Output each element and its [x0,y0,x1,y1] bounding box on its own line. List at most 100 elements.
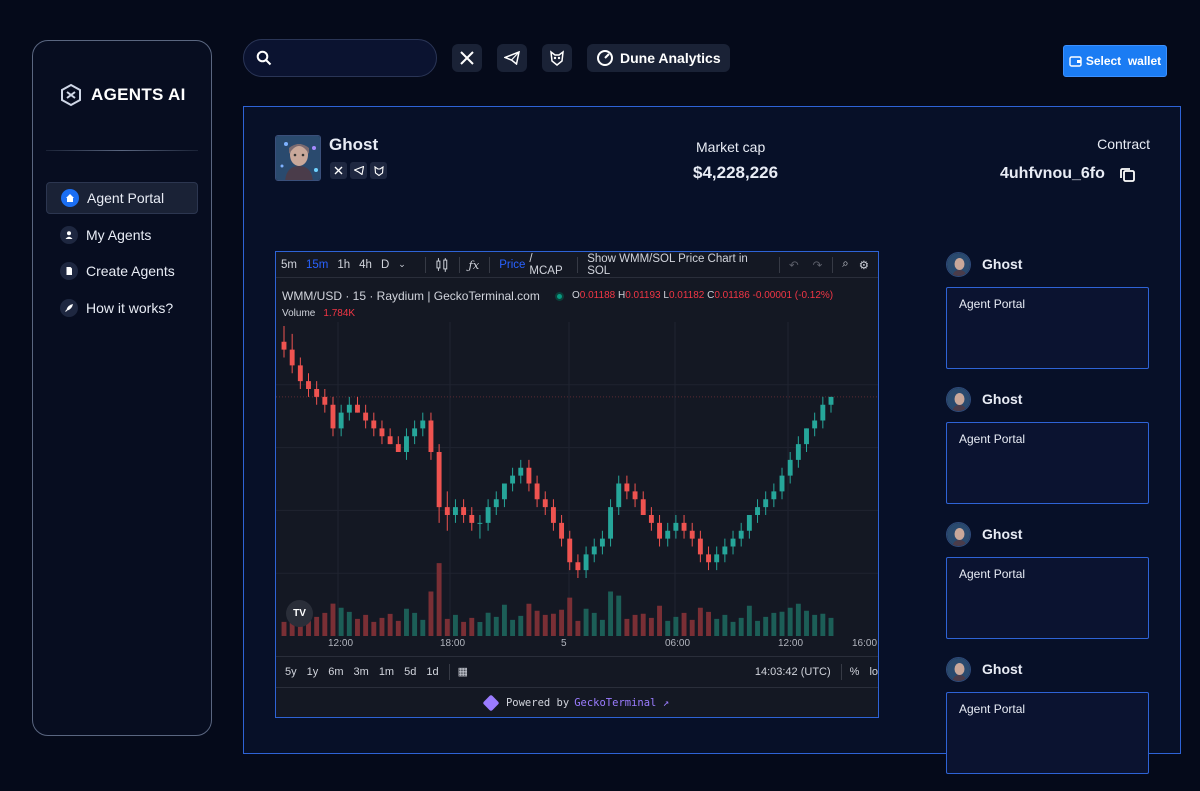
interval-15m[interactable]: 15m [306,259,328,271]
log-toggle[interactable]: lo [869,666,878,678]
volume-bar [338,607,344,636]
volume-bar [485,612,491,636]
copy-icon[interactable] [1119,166,1136,183]
settings-gear-icon[interactable]: ⚙ [859,258,869,272]
range-3m[interactable]: 3m [354,666,369,678]
volume-bar [657,605,663,636]
redo-icon[interactable]: ↷ [813,258,823,272]
range-1d[interactable]: 1d [426,666,438,678]
sidebar-item-how-it-works[interactable]: How it works? [46,292,198,324]
calendar-icon[interactable]: ▦ [458,665,468,678]
price-chart-widget[interactable]: 5m 15m 1h 4h D ⌄ ƒx Price / MCAP Show WM… [275,251,879,718]
interval-4h[interactable]: 4h [359,259,372,271]
geckoterminal-link[interactable]: GeckoTerminal ↗ [574,697,669,709]
ohlc-readout: O0.01188 H0.01193 L0.01182 C0.01186 -0.0… [572,290,834,301]
volume-bar [444,618,450,636]
candle-body [534,483,540,500]
range-5d[interactable]: 5d [404,666,416,678]
candle-body [812,420,818,429]
mcap-toggle[interactable]: / MCAP [529,253,568,277]
range-6m[interactable]: 6m [328,666,343,678]
volume-bar [469,617,475,636]
price-toggle[interactable]: Price [499,259,525,271]
candle-body [485,507,491,523]
volume-bar [673,616,679,636]
agent-feed: Ghost Agent Portal Ghost Agent Portal Gh… [946,251,1150,791]
telegram-link[interactable] [350,162,367,179]
indicators-fx-icon[interactable]: ƒx [468,258,479,272]
powered-by-footer[interactable]: Powered by GeckoTerminal ↗ [276,687,878,717]
volume-bar [355,618,360,636]
candle-body [542,499,548,508]
volume-bar [477,622,483,636]
select-wallet-button[interactable]: Select wallet [1063,45,1167,77]
interval-5m[interactable]: 5m [281,259,297,271]
volume-bar [542,614,548,636]
feed-message[interactable]: Agent Portal [946,287,1149,369]
candlestick-plot[interactable] [276,322,878,636]
candle-body [804,428,809,445]
interval-1h[interactable]: 1h [337,259,350,271]
volume-bar [599,619,605,636]
candle-body [730,538,736,547]
rugcheck-link[interactable] [370,162,387,179]
range-5y[interactable]: 5y [285,666,297,678]
zoom-search-icon[interactable]: ⌕ [842,258,848,271]
feed-message[interactable]: Agent Portal [946,692,1149,774]
select-wallet-label: Select wallet [1085,54,1162,68]
tradingview-logo-icon[interactable]: TV [286,600,313,627]
candle-body [689,530,695,539]
candle-body [412,428,418,437]
sidebar-item-create-agents[interactable]: Create Agents [46,255,198,287]
candle-body [559,522,565,539]
geckoterminal-logo-icon [482,694,500,712]
candle-body [379,428,385,437]
volume-bar [404,608,409,636]
brand-logo[interactable]: AGENTS AI [59,83,186,107]
candle-body [493,499,499,508]
telegram-button[interactable] [497,44,527,72]
percent-toggle[interactable]: % [850,666,860,678]
volume-bar [812,614,818,636]
candle-body [657,522,663,539]
undo-icon[interactable]: ↶ [789,258,799,272]
sidebar: AGENTS AI Agent Portal My Agents Create … [32,40,212,736]
volume-bar [510,619,516,636]
dune-analytics-button[interactable]: Dune Analytics [587,44,730,72]
candle-body [755,507,760,515]
owl-icon [373,165,384,176]
range-1y[interactable]: 1y [307,666,319,678]
interval-d[interactable]: D [381,259,389,271]
telegram-icon [504,51,520,65]
logo-icon [61,83,81,107]
feed-message[interactable]: Agent Portal [946,557,1149,639]
x-button[interactable] [452,44,482,72]
rocket-icon [60,298,78,317]
candle-body [395,444,401,452]
volume-bar [452,614,458,636]
interval-dropdown-chevron-icon[interactable]: ⌄ [398,259,406,270]
show-sol-chart-toggle[interactable]: Show WMM/SOL Price Chart in SOL [587,253,770,277]
candle-body [616,483,622,508]
candle-body [714,554,720,563]
agent-avatar[interactable] [275,135,321,181]
sidebar-item-agent-portal[interactable]: Agent Portal [46,182,198,214]
contract-row: 4uhfvnou_6fo [1000,165,1136,183]
feed-author: Ghost [982,661,1023,677]
x-link[interactable] [330,162,347,179]
range-1m[interactable]: 1m [379,666,394,678]
sidebar-item-label: Create Agents [86,263,175,279]
candles-icon[interactable] [435,257,449,273]
candle-body [518,467,524,476]
search-icon [256,50,272,66]
candle-body [444,507,450,515]
market-cap-value: $4,228,226 [693,163,779,182]
sidebar-nav: Agent Portal My Agents Create Agents How… [46,182,198,328]
sidebar-item-my-agents[interactable]: My Agents [46,219,198,251]
dune-analytics-label: Dune Analytics [620,50,721,66]
feed-message[interactable]: Agent Portal [946,422,1149,504]
rugcheck-button[interactable] [542,44,572,72]
candle-body [828,396,834,405]
search-input[interactable] [243,39,437,77]
market-status-icon [555,292,565,301]
